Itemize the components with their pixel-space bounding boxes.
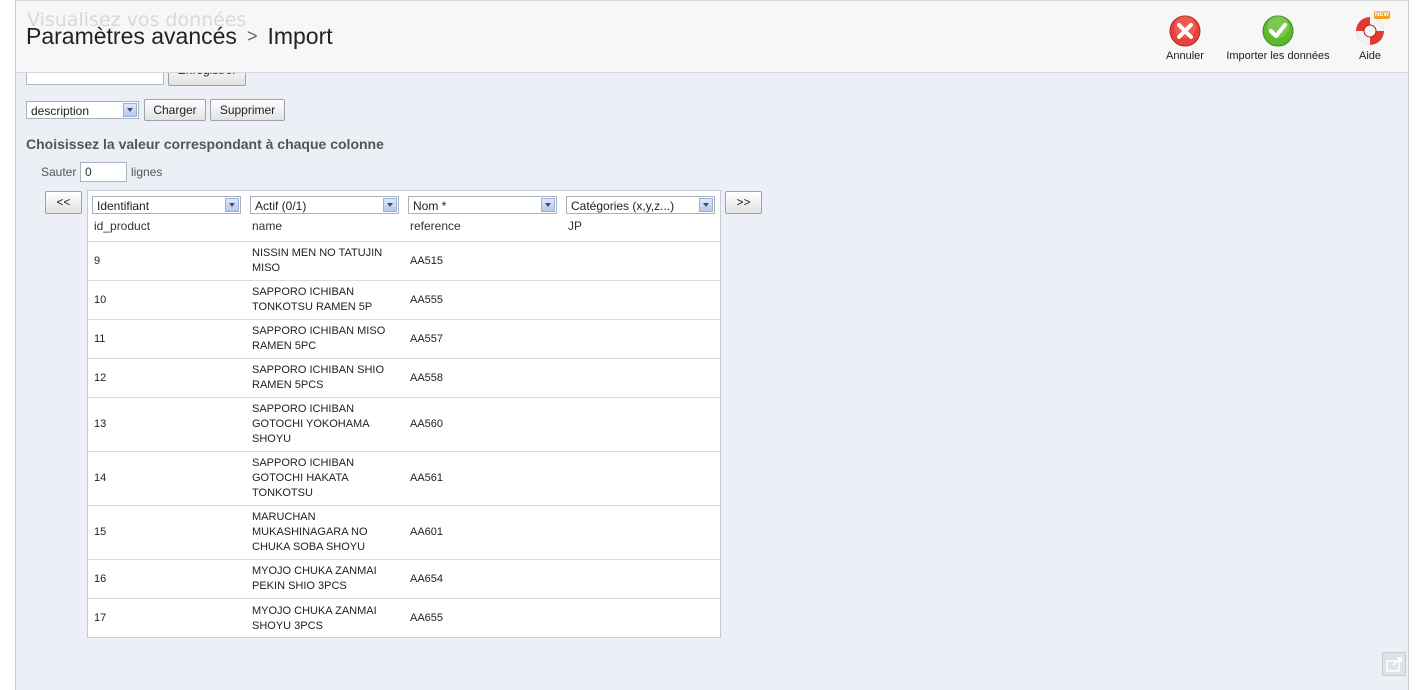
table-cell-reference: AA655 — [410, 612, 444, 624]
table-row: 17 MYOJO CHUKA ZANMAI SHOYU 3PCS AA655 — [88, 599, 720, 638]
table-cell-reference: AA561 — [410, 472, 444, 484]
table-cell-reference: AA557 — [410, 332, 444, 345]
table-cell-id-product: 16 — [94, 572, 107, 585]
chevron-down-icon — [699, 198, 713, 212]
table-cell-jp — [568, 599, 718, 638]
table-row: 9 NISSIN MEN NO TATUJIN MISO AA515 — [88, 242, 720, 281]
checkmark-icon — [1262, 15, 1294, 47]
table-cell-name: MYOJO CHUKA ZANMAI PEKIN SHIO 3PCS — [252, 565, 377, 592]
import-data-label: Importer les données — [1226, 50, 1330, 62]
column-header: name — [252, 219, 283, 233]
table-cell-id-product: 11 — [94, 332, 106, 345]
column-type-select-3[interactable]: Nom * — [408, 196, 557, 214]
help-button[interactable]: NEW Aide — [1352, 11, 1390, 62]
table-cell-name: SAPPORO ICHIBAN GOTOCHI YOKOHAMA SHOYU — [252, 403, 369, 445]
table-cell-id-product: 9 — [94, 254, 101, 267]
table-cell-name: MYOJO CHUKA ZANMAI SHOYU 3PCS — [252, 604, 377, 632]
table-cell-jp — [568, 452, 718, 505]
table-cell-id-product: 17 — [94, 612, 107, 624]
breadcrumb: Paramètres avancés > Import — [26, 23, 333, 50]
mapping-table: Identifiant Actif (0/1) Nom * Catégories… — [87, 190, 721, 638]
delete-config-button[interactable]: Supprimer — [210, 99, 285, 121]
table-cell-id-product: 12 — [94, 371, 107, 384]
chevron-down-icon — [541, 198, 555, 212]
next-columns-button[interactable]: >> — [725, 191, 762, 214]
breadcrumb-current: Import — [267, 23, 333, 49]
table-cell-reference: AA601 — [410, 526, 444, 538]
table-cell-reference: AA560 — [410, 418, 444, 430]
table-row: 15 MARUCHAN MUKASHINAGARA NO CHUKA SOBA S… — [88, 506, 720, 560]
table-cell-reference: AA555 — [410, 293, 444, 306]
table-cell-jp — [568, 398, 718, 451]
table-cell-name: SAPPORO ICHIBAN GOTOCHI HAKATA TONKOTSU — [252, 457, 355, 499]
toolbar: Visualisez vos données Paramètres avancé… — [16, 0, 1408, 73]
saved-config-select[interactable]: description — [26, 101, 139, 119]
table-cell-name: SAPPORO ICHIBAN SHIO RAMEN 5PCS — [252, 364, 385, 391]
table-cell-jp — [568, 281, 718, 319]
table-cell-jp — [568, 242, 718, 280]
chevron-down-icon — [123, 103, 137, 117]
table-cell-id-product: 15 — [94, 526, 107, 538]
chevron-down-icon — [383, 198, 397, 212]
table-row: 11 SAPPORO ICHIBAN MISO RAMEN 5PC AA557 — [88, 320, 720, 359]
cancel-icon — [1169, 15, 1201, 47]
import-data-button[interactable]: Importer les données — [1226, 15, 1330, 62]
column-type-select-1[interactable]: Identifiant — [92, 196, 241, 214]
table-cell-jp — [568, 320, 718, 358]
table-row: 10 SAPPORO ICHIBAN TONKOTSU RAMEN 5P AA555 — [88, 281, 720, 320]
help-label: Aide — [1358, 50, 1382, 62]
skip-lines-input[interactable]: 0 — [80, 162, 127, 182]
table-cell-name: SAPPORO ICHIBAN TONKOTSU RAMEN 5P — [252, 286, 373, 313]
table-cell-jp — [568, 560, 718, 598]
table-cell-id-product: 13 — [94, 418, 107, 430]
mapping-heading: Choisissez la valeur correspondant à cha… — [26, 136, 384, 152]
table-cell-name: NISSIN MEN NO TATUJIN MISO — [252, 247, 383, 274]
column-header: JP — [568, 219, 583, 233]
table-cell-jp — [568, 506, 718, 559]
table-cell-reference: AA515 — [410, 254, 444, 267]
lifebuoy-icon: NEW — [1354, 11, 1390, 47]
cancel-button[interactable]: Annuler — [1165, 15, 1205, 62]
lines-label: lignes — [131, 165, 163, 179]
table-cell-jp — [568, 359, 718, 397]
table-cell-reference: AA654 — [410, 572, 444, 585]
table-row: 14 SAPPORO ICHIBAN GOTOCHI HAKATA TONKOTS… — [88, 452, 720, 506]
share-icon[interactable] — [1382, 652, 1406, 676]
column-header: id_product — [94, 219, 151, 233]
skip-label: Sauter — [41, 165, 77, 179]
table-cell-id-product: 10 — [94, 293, 107, 306]
load-config-button[interactable]: Charger — [144, 99, 206, 121]
column-header: reference — [410, 219, 461, 233]
new-badge: NEW — [1374, 11, 1390, 19]
breadcrumb-parent[interactable]: Paramètres avancés — [26, 23, 237, 49]
column-type-select-2[interactable]: Actif (0/1) — [250, 196, 399, 214]
table-cell-name: MARUCHAN MUKASHINAGARA NO CHUKA SOBA SHO… — [252, 511, 368, 553]
table-cell-reference: AA558 — [410, 371, 444, 384]
breadcrumb-separator: > — [246, 26, 258, 46]
main-panel: Enregistrer Visualisez vos données Param… — [15, 0, 1409, 690]
table-row: 16 MYOJO CHUKA ZANMAI PEKIN SHIO 3PCS AA65… — [88, 560, 720, 599]
cancel-label: Annuler — [1166, 50, 1204, 62]
column-type-select-4[interactable]: Catégories (x,y,z...) — [566, 196, 715, 214]
chevron-down-icon — [225, 198, 239, 212]
table-row: 12 SAPPORO ICHIBAN SHIO RAMEN 5PCS AA558 — [88, 359, 720, 398]
table-cell-id-product: 14 — [94, 472, 107, 484]
table-row: 13 SAPPORO ICHIBAN GOTOCHI YOKOHAMA SHOYU… — [88, 398, 720, 452]
previous-columns-button[interactable]: << — [45, 191, 82, 214]
table-cell-name: SAPPORO ICHIBAN MISO RAMEN 5PC — [252, 325, 386, 352]
